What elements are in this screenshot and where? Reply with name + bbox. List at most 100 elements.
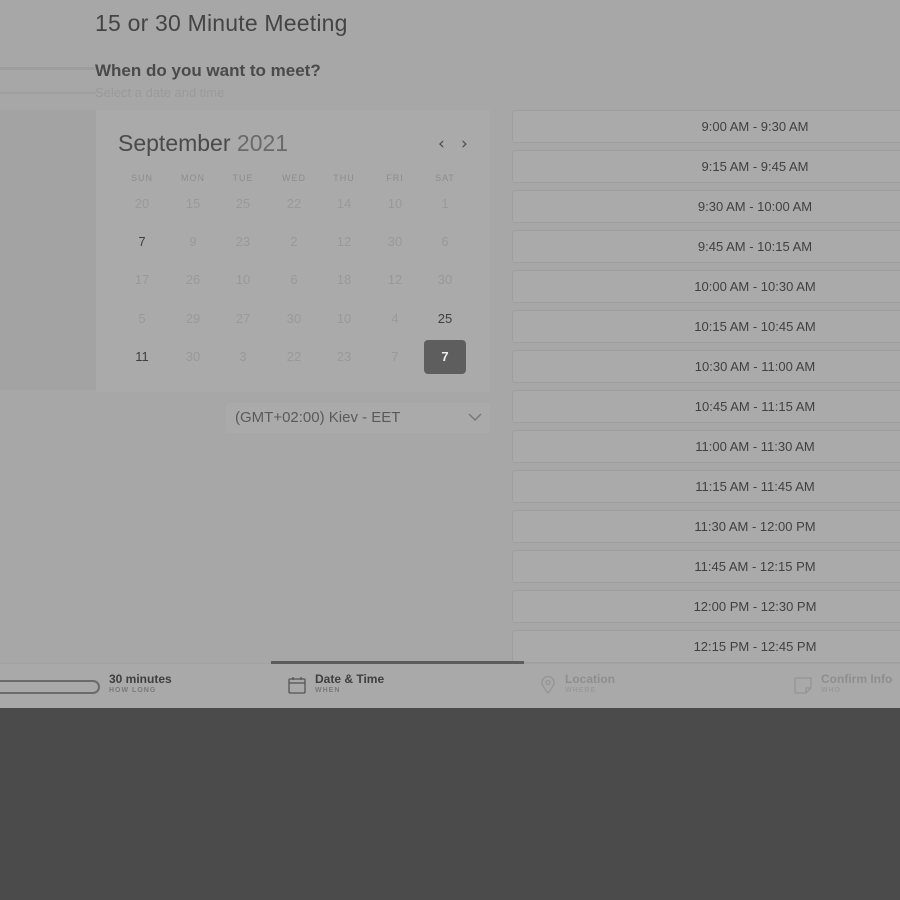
calendar-day[interactable]: 25 (424, 302, 466, 336)
calendar-day[interactable]: 23 (323, 340, 365, 374)
booking-steps: 30 minutes HOW LONG Date & Time WHEN Loc… (0, 661, 900, 708)
step-subtitle: HOW LONG (109, 687, 157, 694)
time-slot-button[interactable]: 10:30 AM - 11:00 AM (512, 350, 900, 383)
time-slot-button[interactable]: 12:00 PM - 12:30 PM (512, 590, 900, 623)
calendar-day[interactable]: 17 (121, 263, 163, 297)
weekday-label: SAT (435, 173, 455, 183)
time-slot-button[interactable]: 9:15 AM - 9:45 AM (512, 150, 900, 183)
left-panel (0, 110, 96, 390)
calendar-day[interactable]: 12 (374, 263, 416, 297)
weekday-label: SUN (130, 173, 153, 183)
step-title: 30 minutes (109, 672, 172, 686)
calendar-month-label: September 2021 (118, 130, 288, 157)
calendar-day[interactable]: 12 (323, 225, 365, 259)
time-slot-label: 11:00 AM - 11:30 AM (695, 439, 815, 454)
duration-progress (0, 680, 100, 694)
date-picker: September 2021 ‹ › SUN MON TUE WED THU FRI SAT… (96, 110, 490, 392)
time-slot-button[interactable]: 9:45 AM - 10:15 AM (512, 230, 900, 263)
calendar-day[interactable]: 20 (121, 187, 163, 221)
step-title: Date & Time (315, 672, 385, 686)
calendar-day[interactable]: 30 (172, 340, 214, 374)
calendar-day[interactable]: 22 (273, 187, 315, 221)
calendar-day[interactable]: 29 (172, 302, 214, 336)
calendar-day[interactable]: 18 (323, 263, 365, 297)
step-confirm[interactable]: Confirm Info WHO (821, 672, 892, 694)
time-slot-button[interactable]: 12:15 PM - 12:45 PM (512, 630, 900, 663)
calendar-day[interactable]: 5 (121, 302, 163, 336)
calendar-day[interactable]: 9 (172, 225, 214, 259)
year-name: 2021 (236, 130, 289, 156)
calendar-day[interactable]: 10 (374, 187, 416, 221)
calendar-day[interactable]: 6 (273, 263, 315, 297)
booking-modal: 15 or 30 Minute Meeting When do you want… (0, 0, 900, 708)
calendar-day[interactable]: 14 (323, 187, 365, 221)
step-duration[interactable]: 30 minutes HOW LONG (109, 672, 172, 694)
calendar-day[interactable]: 7 (374, 340, 416, 374)
left-divider (0, 92, 96, 94)
weekday-label: MON (181, 173, 205, 183)
time-slot-button[interactable]: 9:30 AM - 10:00 AM (512, 190, 900, 223)
time-slot-label: 9:45 AM - 10:15 AM (697, 239, 813, 254)
calendar-day[interactable]: 6 (424, 225, 466, 259)
calendar-day[interactable]: 26 (172, 263, 214, 297)
time-slot-button[interactable]: 11:00 AM - 11:30 AM (512, 430, 900, 463)
step-datetime[interactable]: Date & Time WHEN (315, 672, 384, 694)
calendar-day[interactable]: 30 (374, 225, 416, 259)
time-slot-label: 11:15 AM - 11:45 AM (695, 479, 815, 494)
time-slot-button[interactable]: 11:45 AM - 12:15 PM (512, 550, 900, 583)
calendar-day[interactable]: 22 (273, 340, 315, 374)
calendar-day[interactable]: 30 (273, 302, 315, 336)
time-slot-label: 12:00 PM - 12:30 PM (693, 599, 817, 614)
calendar-day[interactable]: 11 (121, 340, 163, 374)
calendar-day[interactable]: 2 (273, 225, 315, 259)
time-slot-label: 10:45 AM - 11:15 AM (694, 399, 816, 414)
weekday-label: WED (282, 173, 306, 183)
weekday-label: THU (333, 173, 355, 183)
calendar-day[interactable]: 10 (222, 263, 264, 297)
calendar-day[interactable]: 25 (222, 187, 264, 221)
time-slot-label: 9:00 AM - 9:30 AM (701, 119, 809, 134)
time-slot-button[interactable]: 11:30 AM - 12:00 PM (512, 510, 900, 543)
time-slot-button[interactable]: 9:00 AM - 9:30 AM (512, 110, 900, 143)
calendar-day[interactable]: 30 (424, 263, 466, 297)
calendar-day[interactable]: 3 (222, 340, 264, 374)
meeting-title: 15 or 30 Minute Meeting (95, 10, 348, 36)
step-title: Confirm Info (821, 672, 893, 686)
calendar-day-selected[interactable]: 7 (424, 340, 466, 374)
timezone-select[interactable]: (GMT+02:00) Kiev - EET (226, 403, 490, 433)
note-icon (794, 677, 812, 694)
time-slot-button[interactable]: 10:45 AM - 11:15 AM (512, 390, 900, 423)
calendar-day[interactable]: 15 (172, 187, 214, 221)
time-slot-label: 9:30 AM - 10:00 AM (697, 199, 813, 214)
time-slot-label: 9:15 AM - 9:45 AM (701, 159, 809, 174)
timezone-value: (GMT+02:00) Kiev - EET (235, 409, 401, 426)
step-subtitle: WHO (821, 687, 842, 694)
time-slot-button[interactable]: 10:00 AM - 10:30 AM (512, 270, 900, 303)
section-hint: Select a date and time (95, 85, 225, 100)
step-subtitle: WHEN (315, 687, 341, 694)
calendar-day[interactable]: 23 (222, 225, 264, 259)
chevron-left-icon[interactable]: ‹ (438, 134, 445, 154)
time-slot-label: 12:15 PM - 12:45 PM (693, 639, 817, 654)
weekday-label: FRI (386, 173, 404, 183)
chevron-down-icon (468, 413, 482, 421)
chevron-right-icon[interactable]: › (461, 134, 468, 154)
calendar-day[interactable]: 4 (374, 302, 416, 336)
calendar-day[interactable]: 1 (424, 187, 466, 221)
time-slot-label: 10:15 AM - 10:45 AM (694, 319, 816, 334)
calendar-day[interactable]: 27 (222, 302, 264, 336)
left-divider (0, 67, 96, 70)
calendar-day[interactable]: 10 (323, 302, 365, 336)
time-slot-label: 10:00 AM - 10:30 AM (694, 279, 816, 294)
calendar-icon (288, 677, 306, 694)
time-slot-label: 10:30 AM - 11:00 AM (694, 359, 816, 374)
time-slot-button[interactable]: 11:15 AM - 11:45 AM (512, 470, 900, 503)
step-subtitle: WHERE (565, 687, 597, 694)
time-slot-button[interactable]: 10:15 AM - 10:45 AM (512, 310, 900, 343)
calendar-day[interactable]: 7 (121, 225, 163, 259)
active-step-indicator (271, 661, 524, 664)
step-location[interactable]: Location WHERE (565, 672, 615, 694)
time-slot-label: 11:45 AM - 12:15 PM (694, 559, 816, 574)
month-name: September (118, 130, 231, 156)
section-question: When do you want to meet? (95, 61, 321, 80)
